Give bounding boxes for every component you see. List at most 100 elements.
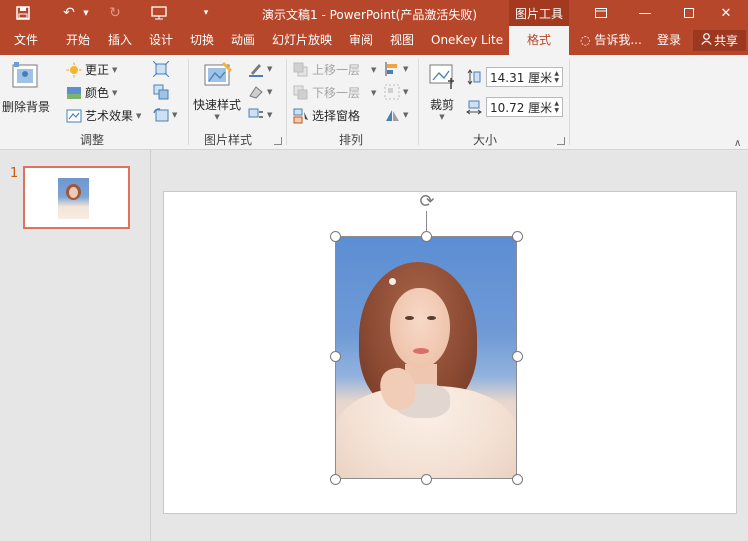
corrections-button[interactable]: 更正 ▼ xyxy=(66,61,117,78)
group-divider xyxy=(188,59,189,145)
tab-slideshow[interactable]: 幻灯片放映 xyxy=(272,26,332,55)
slide-thumbnail[interactable] xyxy=(23,166,130,229)
remove-background-button[interactable]: 删除背景 xyxy=(2,61,50,115)
tell-me-box[interactable]: ◌ 告诉我... xyxy=(580,26,642,55)
tab-file[interactable]: 文件 xyxy=(14,26,38,55)
pen-icon xyxy=(248,61,264,77)
ribbon-tabs: 文件 开始 插入 设计 切换 动画 幻灯片放映 审阅 视图 OneKey Lit… xyxy=(0,26,748,55)
height-row: 14.31 厘米 ▲ ▼ xyxy=(466,67,563,87)
color-label: 颜色 xyxy=(85,86,110,100)
resize-handle-right[interactable] xyxy=(512,351,523,362)
group-divider xyxy=(569,59,570,145)
color-button[interactable]: 颜色 ▼ xyxy=(66,84,117,101)
picture-styles-group-label: 图片样式 xyxy=(204,133,253,147)
tab-transitions[interactable]: 切换 xyxy=(190,26,214,55)
undo-icon[interactable]: ↶ xyxy=(56,0,82,26)
change-picture-icon xyxy=(153,84,169,100)
height-input[interactable]: 14.31 厘米 ▲ ▼ xyxy=(486,67,563,87)
present-icon[interactable] xyxy=(146,0,172,26)
tab-home[interactable]: 开始 xyxy=(66,26,90,55)
adjust-group-label: 调整 xyxy=(80,133,105,147)
artistic-effects-button[interactable]: 艺术效果 ▼ xyxy=(66,107,141,124)
align-button[interactable]: ▼ xyxy=(384,61,408,77)
picture-border-button[interactable]: ▼ xyxy=(248,61,272,77)
rotate-handle-icon[interactable]: ⟳ xyxy=(416,191,438,213)
thumbnail-picture xyxy=(58,178,89,219)
align-icon xyxy=(384,61,400,77)
group-button[interactable]: ▼ xyxy=(384,84,408,100)
width-spinner-icon[interactable]: ▲ ▼ xyxy=(554,100,559,114)
ribbon-display-icon[interactable] xyxy=(579,0,623,26)
close-icon[interactable]: ✕ xyxy=(704,0,748,26)
picture-styles-launcher-icon[interactable] xyxy=(274,137,282,145)
resize-handle-bottom-left[interactable] xyxy=(330,474,341,485)
share-label: 共享 xyxy=(713,34,738,48)
rotate-icon xyxy=(384,107,400,123)
resize-handle-top-right[interactable] xyxy=(512,231,523,242)
collapse-ribbon-icon[interactable]: ∧ xyxy=(734,138,741,149)
redo-icon[interactable]: ↻ xyxy=(102,0,128,26)
width-value: 10.72 厘米 xyxy=(490,100,553,115)
quick-styles-icon xyxy=(201,61,233,94)
crop-button[interactable]: 裁剪 ▼ xyxy=(428,63,456,121)
tab-review[interactable]: 审阅 xyxy=(349,26,373,55)
lightbulb-icon: ◌ xyxy=(580,33,591,47)
corrections-label: 更正 xyxy=(85,63,110,77)
send-backward-button[interactable]: 下移一层 ▼ xyxy=(293,84,376,101)
sun-icon xyxy=(66,62,82,78)
height-spinner-icon[interactable]: ▲ ▼ xyxy=(554,70,559,84)
save-icon[interactable] xyxy=(10,0,36,26)
remove-background-icon xyxy=(11,61,41,94)
slide-number: 1 xyxy=(10,166,19,181)
tab-insert[interactable]: 插入 xyxy=(108,26,132,55)
resize-handle-top[interactable] xyxy=(421,231,432,242)
change-picture-button[interactable] xyxy=(153,84,169,100)
reset-picture-button[interactable]: ▼ xyxy=(153,107,177,123)
bring-forward-icon xyxy=(293,62,309,78)
tab-design[interactable]: 设计 xyxy=(149,26,173,55)
window-title: 演示文稿1 - PowerPoint(产品激活失败) xyxy=(262,8,478,22)
share-button[interactable]: 共享 xyxy=(693,30,746,51)
effects-icon xyxy=(248,84,264,100)
picture-tools-label: 图片工具 xyxy=(509,0,569,26)
send-backward-icon xyxy=(293,85,309,101)
slide-thumbnail-pane: 1 xyxy=(0,150,151,541)
width-row: 10.72 厘米 ▲ ▼ xyxy=(466,97,563,117)
minimize-icon[interactable]: — xyxy=(623,0,667,26)
tab-view[interactable]: 视图 xyxy=(390,26,414,55)
group-divider xyxy=(286,59,287,145)
crop-icon xyxy=(428,63,456,94)
quick-styles-button[interactable]: 快速样式 ▼ xyxy=(193,61,241,121)
tab-format[interactable]: 格式 xyxy=(509,26,569,55)
undo-dropdown-icon[interactable]: ▼ xyxy=(80,0,92,26)
resize-handle-left[interactable] xyxy=(330,351,341,362)
customize-icon[interactable]: ▾ xyxy=(196,0,216,26)
ribbon: 删除背景 更正 ▼ 颜色 ▼ 艺术效果 ▼ ▼ 调整 快速样式 ▼ ▼ ▼ ▼ 图片样… xyxy=(0,55,748,150)
reset-picture-icon xyxy=(153,107,169,123)
color-icon xyxy=(66,85,82,101)
width-input[interactable]: 10.72 厘米 ▲ ▼ xyxy=(486,97,563,117)
compress-icon xyxy=(152,60,170,78)
picture-layout-button[interactable]: ▼ xyxy=(248,107,272,123)
selection-pane-button[interactable]: 选择窗格 xyxy=(293,107,360,124)
send-backward-label: 下移一层 xyxy=(312,86,361,100)
artistic-effects-label: 艺术效果 xyxy=(85,109,134,123)
resize-handle-bottom-right[interactable] xyxy=(512,474,523,485)
size-launcher-icon[interactable] xyxy=(557,137,565,145)
picture-effects-button[interactable]: ▼ xyxy=(248,84,272,100)
compress-pictures-button[interactable] xyxy=(152,60,170,78)
selection-pane-icon xyxy=(293,108,309,124)
size-group-label: 大小 xyxy=(473,133,498,147)
group-divider xyxy=(418,59,419,145)
rotate-button[interactable]: ▼ xyxy=(384,107,408,123)
height-value: 14.31 厘米 xyxy=(490,70,553,85)
resize-handle-top-left[interactable] xyxy=(330,231,341,242)
arrange-group-label: 排列 xyxy=(339,133,364,147)
tab-onekey[interactable]: OneKey Lite xyxy=(431,26,503,55)
tab-animations[interactable]: 动画 xyxy=(231,26,255,55)
person-icon xyxy=(701,33,712,48)
bring-forward-button[interactable]: 上移一层 ▼ xyxy=(293,61,376,78)
login-link[interactable]: 登录 xyxy=(657,26,681,55)
resize-handle-bottom[interactable] xyxy=(421,474,432,485)
group-icon xyxy=(384,84,400,100)
